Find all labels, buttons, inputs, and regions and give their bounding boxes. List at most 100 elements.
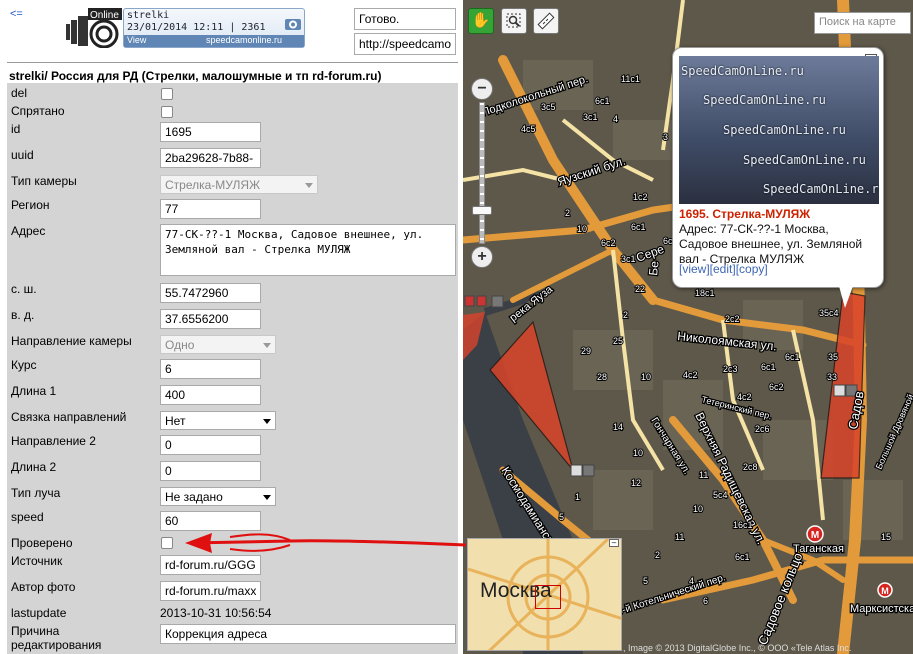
region-label: Регион: [11, 198, 50, 212]
house-number-label: 18c1: [695, 288, 715, 298]
hidden-checkbox[interactable]: [161, 106, 173, 118]
chevron-down-icon: [263, 343, 271, 348]
address-textarea[interactable]: 77-СК-??-1 Москва, Садовое внешнее, ул. …: [160, 224, 456, 276]
status-field: Готово.: [354, 8, 456, 30]
house-number-label: 4c5: [521, 124, 536, 134]
source-input[interactable]: rd-forum.ru/GGG: [160, 555, 261, 575]
url-field[interactable]: http://speedcamo: [354, 33, 456, 55]
house-number-label: 11c1: [621, 74, 640, 84]
zoom-box-tool-button[interactable]: [501, 8, 527, 34]
lon-input[interactable]: 37.6556200: [160, 309, 261, 329]
house-number-label: 4: [689, 576, 694, 586]
uuid-label: uuid: [11, 148, 34, 162]
speed-label: speed: [11, 510, 44, 524]
map-copyright: , Image © 2013 DigitalGlobe Inc., © OOO …: [623, 643, 852, 653]
source-label: Источник: [11, 554, 63, 568]
edit-reason-input[interactable]: Коррекция адреса: [160, 624, 456, 644]
house-number-label: 3c5: [541, 102, 556, 112]
svg-text:Бе: Бе: [646, 260, 661, 276]
ruler-tool-button[interactable]: [533, 8, 559, 34]
title-divider: [7, 62, 458, 63]
length1-label: Длина 1: [11, 384, 57, 398]
camera-editor-panel: <= Online strelki 23/01/2014 12:11 | 236…: [0, 0, 462, 654]
address-label: Адрес: [11, 224, 46, 238]
banner-footer: View speedcamonline.ru: [124, 35, 304, 47]
house-number-label: 1c2: [633, 192, 648, 202]
map-view[interactable]: M M Яузский бул. река Яуза Николоямская …: [463, 0, 913, 654]
photo-watermark: SpeedCamOnLine.ru: [703, 93, 826, 107]
dir-link-label: Связка направлений: [11, 410, 127, 424]
banner-title: strelki: [127, 10, 170, 21]
dir-link-value: Нет: [165, 414, 186, 428]
back-link[interactable]: <=: [10, 8, 23, 20]
length1-input[interactable]: 400: [160, 385, 261, 405]
popup-address: Адрес: 77-СК-??-1 Москва, Садовое внешне…: [679, 222, 863, 266]
house-number-label: 16c1: [733, 520, 753, 530]
hidden-label: Спрятано: [11, 104, 65, 118]
house-number-label: 3c1: [583, 112, 598, 122]
house-number-label: 6c1: [785, 352, 800, 362]
map-search-input[interactable]: Поиск на карте: [814, 12, 911, 34]
house-number-label: 10: [577, 224, 587, 234]
photo-author-input[interactable]: rd-forum.ru/maxx: [160, 581, 261, 601]
edit-reason-label: Причина редактирования: [11, 624, 102, 652]
house-number-label: 2: [623, 310, 628, 320]
house-number-label: 4c2: [737, 392, 752, 402]
house-number-label: 3: [663, 132, 668, 142]
popup-links[interactable]: [view][edit][copy]: [679, 262, 768, 276]
house-number-label: 4c2: [683, 370, 698, 380]
photo-watermark: SpeedCamOnLine.ru: [743, 153, 866, 167]
speed-input[interactable]: 60: [160, 511, 261, 531]
zoom-slider-track[interactable]: [479, 102, 485, 244]
camera-direction-select[interactable]: Одно: [160, 335, 276, 354]
svg-text:Марксистская ул.: Марксистская ул.: [850, 603, 913, 615]
course-input[interactable]: 6: [160, 359, 261, 379]
house-number-label: 6: [703, 596, 708, 606]
direction2-input[interactable]: 0: [160, 435, 261, 455]
house-number-label: 15: [881, 532, 891, 542]
del-checkbox[interactable]: [161, 88, 173, 100]
house-number-label: 35: [828, 352, 838, 362]
house-number-label: 29: [581, 346, 591, 356]
zoom-in-button[interactable]: +: [471, 246, 493, 268]
overview-viewport[interactable]: [535, 585, 561, 609]
house-number-label: 25: [613, 336, 623, 346]
checked-label: Проверено: [11, 536, 73, 550]
zoom-out-button[interactable]: −: [471, 78, 493, 100]
camera-direction-value: Одно: [165, 338, 195, 352]
popup-pointer: [839, 286, 853, 308]
house-number-label: 11: [675, 532, 684, 542]
lat-input[interactable]: 55.7472960: [160, 283, 261, 303]
house-number-label: 35с4: [819, 308, 839, 318]
length2-label: Длина 2: [11, 460, 57, 474]
banner-date-count: 23/01/2014 12:11 | 2361: [127, 22, 266, 33]
house-number-label: 2: [655, 550, 660, 560]
length2-input[interactable]: 0: [160, 461, 261, 481]
zoom-box-icon: [506, 13, 521, 28]
camera-type-select[interactable]: Стрелка-МУЛЯЖ: [160, 175, 318, 194]
zoom-slider-handle[interactable]: [472, 206, 492, 215]
course-label: Курс: [11, 358, 37, 372]
svg-text:M: M: [881, 586, 889, 596]
banner-info-box: strelki 23/01/2014 12:11 | 2361 View spe…: [123, 8, 305, 48]
dir-link-select[interactable]: Нет: [160, 411, 276, 430]
beam-type-select[interactable]: Не задано: [160, 487, 276, 506]
region-input[interactable]: 77: [160, 199, 261, 219]
checked-checkbox[interactable]: [161, 537, 173, 549]
id-input[interactable]: 1695: [160, 122, 261, 142]
photo-watermark: SpeedCamOnLine.ru: [723, 123, 846, 137]
uuid-input[interactable]: 2ba29628-7b88-: [160, 148, 261, 168]
beam-type-value: Не задано: [165, 490, 223, 504]
lat-label: с. ш.: [11, 282, 37, 296]
speedcam-banner[interactable]: Online strelki 23/01/2014 12:11 | 2361 V…: [66, 6, 306, 48]
house-number-label: 6c2: [601, 238, 616, 248]
overview-map[interactable]: Москва: [467, 538, 622, 651]
camera-photo[interactable]: SpeedCamOnLine.ru SpeedCamOnLine.ru Spee…: [679, 56, 879, 204]
ruler-icon: [537, 12, 555, 30]
overview-minimize-button[interactable]: –: [609, 539, 619, 547]
svg-text:Online: Online: [90, 10, 119, 21]
house-number-label: 2c3: [723, 364, 738, 374]
hand-tool-button[interactable]: ✋: [468, 8, 494, 34]
camera-icon: [285, 19, 301, 30]
photo-watermark: SpeedCamOnLine.ru: [763, 182, 879, 196]
